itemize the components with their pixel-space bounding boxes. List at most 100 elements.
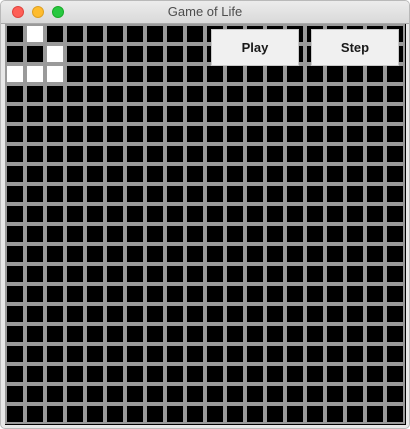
grid-cell[interactable] (385, 344, 405, 364)
grid-cell[interactable] (285, 144, 305, 164)
grid-cell[interactable] (325, 144, 345, 164)
grid-cell[interactable] (285, 124, 305, 144)
grid-cell[interactable] (265, 264, 285, 284)
grid-cell[interactable] (165, 264, 185, 284)
grid-cell[interactable] (45, 184, 65, 204)
grid-cell[interactable] (365, 384, 385, 404)
grid-cell[interactable] (185, 364, 205, 384)
grid-cell[interactable] (165, 204, 185, 224)
grid-cell[interactable] (285, 104, 305, 124)
grid-cell[interactable] (265, 164, 285, 184)
grid-cell[interactable] (345, 244, 365, 264)
grid-cell[interactable] (225, 244, 245, 264)
grid-cell[interactable] (45, 204, 65, 224)
grid-cell[interactable] (185, 384, 205, 404)
grid-cell[interactable] (5, 384, 25, 404)
grid-cell[interactable] (65, 184, 85, 204)
grid-cell[interactable] (365, 204, 385, 224)
grid-cell[interactable] (65, 324, 85, 344)
grid-cell[interactable] (185, 84, 205, 104)
grid-cell[interactable] (85, 124, 105, 144)
grid-cell[interactable] (145, 44, 165, 64)
grid-cell[interactable] (185, 164, 205, 184)
grid-cell[interactable] (105, 324, 125, 344)
grid-cell[interactable] (25, 204, 45, 224)
grid-cell[interactable] (225, 124, 245, 144)
grid-cell[interactable] (345, 404, 365, 424)
grid-cell[interactable] (25, 244, 45, 264)
grid-cell[interactable] (185, 324, 205, 344)
grid-cell[interactable] (105, 64, 125, 84)
grid-cell[interactable] (265, 244, 285, 264)
grid-cell[interactable] (385, 364, 405, 384)
grid-cell[interactable] (125, 64, 145, 84)
grid-cell[interactable] (125, 84, 145, 104)
grid-cell[interactable] (165, 184, 185, 204)
grid-cell[interactable] (85, 44, 105, 64)
grid-cell[interactable] (225, 344, 245, 364)
grid-cell[interactable] (5, 84, 25, 104)
grid-cell-alive[interactable] (25, 64, 45, 84)
grid-cell[interactable] (245, 124, 265, 144)
grid-cell[interactable] (165, 104, 185, 124)
grid-cell[interactable] (125, 304, 145, 324)
grid-cell[interactable] (345, 104, 365, 124)
grid-cell[interactable] (165, 284, 185, 304)
grid-cell[interactable] (45, 324, 65, 344)
grid-cell[interactable] (85, 324, 105, 344)
grid-cell[interactable] (325, 284, 345, 304)
grid-cell[interactable] (305, 144, 325, 164)
grid-cell[interactable] (245, 364, 265, 384)
grid-cell[interactable] (25, 284, 45, 304)
grid-cell[interactable] (45, 84, 65, 104)
grid-cell[interactable] (225, 364, 245, 384)
grid-cell[interactable] (365, 124, 385, 144)
grid-cell[interactable] (205, 304, 225, 324)
grid-cell[interactable] (205, 184, 225, 204)
grid-cell-alive[interactable] (45, 64, 65, 84)
grid-cell[interactable] (205, 284, 225, 304)
grid-cell[interactable] (5, 304, 25, 324)
grid-cell[interactable] (265, 184, 285, 204)
grid-cell[interactable] (125, 264, 145, 284)
grid-cell[interactable] (285, 204, 305, 224)
grid-cell[interactable] (225, 204, 245, 224)
grid-cell[interactable] (285, 184, 305, 204)
grid-cell[interactable] (85, 184, 105, 204)
grid-cell[interactable] (305, 244, 325, 264)
grid-cell[interactable] (85, 264, 105, 284)
grid-cell[interactable] (25, 224, 45, 244)
grid-cell[interactable] (285, 344, 305, 364)
grid-cell[interactable] (345, 164, 365, 184)
grid-cell[interactable] (285, 284, 305, 304)
grid-cell[interactable] (265, 64, 285, 84)
grid-cell[interactable] (165, 324, 185, 344)
grid-cell[interactable] (5, 364, 25, 384)
grid-cell[interactable] (225, 264, 245, 284)
grid-cell[interactable] (65, 264, 85, 284)
grid-cell[interactable] (65, 144, 85, 164)
grid-cell[interactable] (25, 164, 45, 184)
grid-cell[interactable] (285, 364, 305, 384)
grid-cell[interactable] (385, 384, 405, 404)
grid-cell[interactable] (385, 184, 405, 204)
grid-cell[interactable] (145, 384, 165, 404)
grid-cell[interactable] (145, 124, 165, 144)
grid-cell[interactable] (105, 284, 125, 304)
grid-cell[interactable] (85, 304, 105, 324)
grid-cell[interactable] (285, 164, 305, 184)
grid-cell[interactable] (125, 164, 145, 184)
grid-cell[interactable] (325, 164, 345, 184)
grid-cell[interactable] (185, 264, 205, 284)
grid-cell[interactable] (105, 364, 125, 384)
grid-cell[interactable] (305, 384, 325, 404)
grid-cell[interactable] (145, 324, 165, 344)
grid-cell[interactable] (225, 304, 245, 324)
grid-cell[interactable] (105, 244, 125, 264)
grid-cell[interactable] (245, 304, 265, 324)
grid-cell[interactable] (205, 164, 225, 184)
grid-cell[interactable] (245, 64, 265, 84)
grid-cell[interactable] (285, 304, 305, 324)
grid-cell[interactable] (125, 364, 145, 384)
grid-cell[interactable] (25, 84, 45, 104)
